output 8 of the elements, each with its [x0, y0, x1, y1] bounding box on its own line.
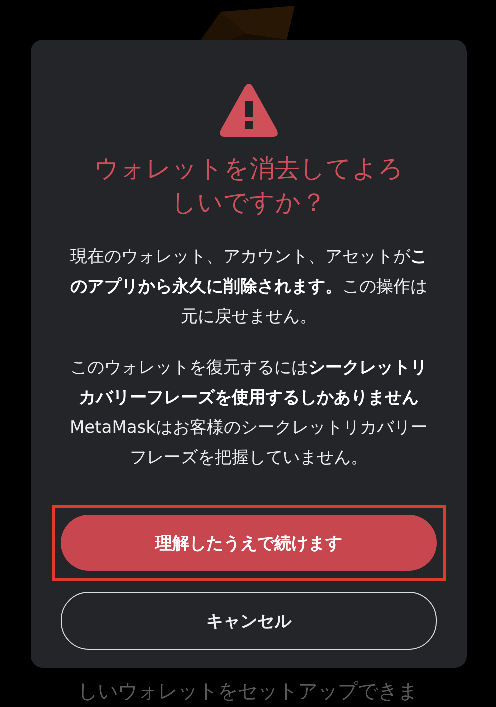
- cancel-button[interactable]: キャンセル: [61, 592, 437, 650]
- dialog-message: 現在のウォレット、アカウント、アセットがこのアプリから永久に削除されます。この操作は元に戻せません。: [70, 246, 428, 329]
- dialog-title: ウォレットを消去してよろしいですか？: [94, 153, 404, 219]
- logo-icon: [201, 4, 295, 40]
- warning-icon: [219, 83, 279, 138]
- dialog-message: このウォレットを復元するにはシークレットリカバリーフレーズを使用するしかありません MetaMaskはお客様のシークレットリカバリーフレーズを把握していません。: [69, 357, 429, 470]
- background-text: しいウォレットをセットアップできま: [78, 678, 418, 705]
- confirm-button[interactable]: 理解したうえで続けます: [61, 515, 437, 571]
